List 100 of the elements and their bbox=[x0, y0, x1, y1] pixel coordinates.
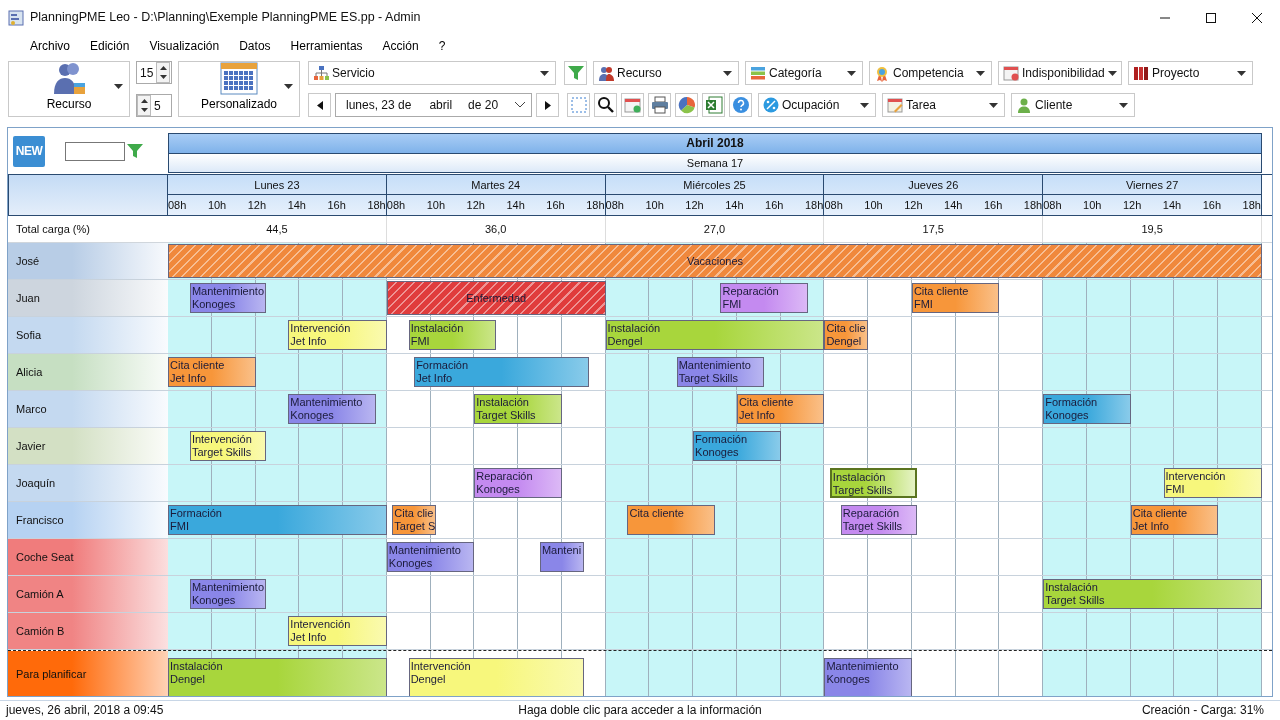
task-block[interactable]: Cita cliente FMI bbox=[911, 283, 1000, 313]
task-block[interactable]: Reparación FMI bbox=[720, 283, 808, 313]
task-block[interactable]: Intervención Target Skills bbox=[189, 431, 267, 461]
close-icon[interactable] bbox=[1252, 12, 1262, 23]
caret-icon bbox=[723, 70, 732, 76]
menu-item[interactable]: Herramientas bbox=[280, 35, 373, 57]
dropdown[interactable]: Recurso bbox=[593, 61, 739, 85]
hour-label: 12h bbox=[1122, 198, 1142, 213]
task-block[interactable]: Intervención FMI bbox=[1163, 468, 1262, 498]
row-label: Juan bbox=[8, 280, 168, 316]
layout-button[interactable]: Personalizado bbox=[178, 61, 300, 117]
task-block[interactable]: Reparación Konoges bbox=[474, 468, 562, 498]
task-block[interactable]: Formación FMI bbox=[168, 505, 387, 535]
task-block[interactable]: Mantenimiento Konoges bbox=[189, 579, 267, 609]
task-block[interactable]: Mantenimiento Target Skills bbox=[676, 357, 765, 387]
task-block[interactable]: Intervención Dengel bbox=[408, 658, 584, 696]
row-label: Camión B bbox=[8, 613, 168, 649]
absence-block[interactable]: Enfermedad bbox=[386, 281, 606, 315]
row-label: Coche Seat bbox=[8, 539, 168, 575]
task-block[interactable]: Cita clie Dengel bbox=[824, 320, 869, 350]
task-block[interactable]: Formación Jet Info bbox=[414, 357, 590, 387]
menu-item[interactable]: Visualización bbox=[139, 35, 230, 57]
spreadsheet-icon[interactable] bbox=[704, 96, 723, 114]
filter-icon[interactable] bbox=[127, 143, 143, 159]
next-icon[interactable] bbox=[544, 100, 551, 110]
task-block[interactable]: Instalación FMI bbox=[408, 320, 497, 350]
task-block[interactable]: Formación Konoges bbox=[1043, 394, 1131, 424]
task-block[interactable]: Reparación Target Skills bbox=[840, 505, 918, 535]
task-block[interactable]: Instalación Target Skills bbox=[829, 468, 918, 498]
hour-label: 12h bbox=[466, 198, 485, 213]
hour-label: 14h bbox=[1162, 198, 1182, 213]
dropdown[interactable]: Categoría bbox=[745, 61, 863, 85]
row-label: Para planificar bbox=[8, 651, 168, 696]
task-block[interactable]: Mantenimiento Konoges bbox=[288, 394, 376, 424]
task-block[interactable]: Instalación Target Skills bbox=[1043, 579, 1262, 609]
task-block[interactable]: Instalación Dengel bbox=[605, 320, 825, 350]
hour-label: 10h bbox=[426, 198, 446, 213]
search-icon[interactable] bbox=[596, 96, 615, 114]
chevron-icon[interactable] bbox=[515, 102, 525, 108]
task-block[interactable]: Intervención Jet Info bbox=[288, 616, 387, 646]
menu-item[interactable]: Datos bbox=[229, 35, 281, 57]
up-arrow-icon[interactable] bbox=[159, 65, 167, 70]
filter-icon[interactable] bbox=[567, 65, 584, 81]
hour-label: 16h bbox=[1202, 198, 1222, 213]
menu-item[interactable]: ? bbox=[428, 35, 456, 57]
task-block[interactable]: Mantenimiento Konoges bbox=[189, 283, 267, 313]
menu-item[interactable]: Edición bbox=[80, 35, 140, 57]
calendar-icon[interactable] bbox=[623, 96, 642, 114]
task-block[interactable]: Cita cliente Jet Info bbox=[736, 394, 825, 424]
dropdown[interactable]: Competencia bbox=[869, 61, 992, 85]
task-block[interactable]: Mantenimiento Konoges bbox=[824, 658, 912, 696]
task-block[interactable]: Intervención Jet Info bbox=[288, 320, 387, 350]
calendar-icon bbox=[887, 96, 903, 114]
number-field[interactable]: 5 bbox=[136, 94, 172, 117]
maximize-icon[interactable] bbox=[1206, 12, 1216, 23]
row-label: Joaquín bbox=[8, 465, 168, 501]
absence-block[interactable]: Vacaciones bbox=[168, 244, 1262, 278]
task-block[interactable]: Cita cliente Jet Info bbox=[168, 357, 256, 387]
dropdown[interactable]: Cliente bbox=[1011, 93, 1135, 117]
pie-chart-icon[interactable] bbox=[677, 96, 696, 114]
hour-label: 12h bbox=[247, 198, 267, 213]
view-button[interactable]: Recurso bbox=[8, 61, 130, 117]
dropdown[interactable]: Servicio bbox=[308, 61, 556, 85]
down-arrow-icon[interactable] bbox=[159, 75, 167, 80]
menu-item[interactable]: Archivo bbox=[20, 35, 80, 57]
row-label: Sofia bbox=[8, 317, 168, 353]
previous-icon[interactable] bbox=[316, 100, 323, 110]
total-cell: 17,5 bbox=[824, 216, 1044, 242]
dropdown[interactable]: Proyecto bbox=[1128, 61, 1253, 85]
task-block[interactable]: Cita cliente bbox=[627, 505, 715, 535]
up-arrow-icon[interactable] bbox=[140, 98, 148, 103]
dropdown[interactable]: Ocupación bbox=[758, 93, 876, 117]
caret-icon bbox=[860, 102, 869, 108]
hour-label: 14h bbox=[287, 198, 306, 213]
task-block[interactable]: Manteni bbox=[539, 542, 584, 572]
task-block[interactable]: Cita cliente Jet Info bbox=[1130, 505, 1219, 535]
dropdown[interactable]: Indisponibilidad bbox=[998, 61, 1122, 85]
task-block[interactable]: Instalación Dengel bbox=[168, 658, 387, 696]
number-field[interactable]: 15 bbox=[136, 61, 172, 84]
task-block[interactable]: Formación Konoges bbox=[693, 431, 781, 461]
new-button[interactable]: NEW bbox=[13, 135, 45, 167]
menu-item[interactable]: Acción bbox=[372, 35, 429, 57]
day-header: Viernes 27 bbox=[1043, 175, 1261, 195]
task-block[interactable]: Cita clie Target S bbox=[392, 505, 436, 535]
printer-icon[interactable] bbox=[650, 96, 669, 114]
help-icon[interactable] bbox=[731, 96, 750, 114]
search-field[interactable] bbox=[65, 141, 125, 161]
task-block[interactable]: Instalación Target Skills bbox=[474, 394, 562, 424]
day-header: Lunes 23 bbox=[168, 175, 386, 195]
task-block[interactable]: Mantenimiento Konoges bbox=[386, 542, 475, 572]
org-chart-icon bbox=[313, 64, 329, 82]
row-label: Marco bbox=[8, 391, 168, 427]
row-label: Javier bbox=[8, 428, 168, 464]
date-field[interactable]: lunes, 23 de abril de 20 bbox=[335, 93, 532, 117]
down-arrow-icon[interactable] bbox=[140, 108, 148, 113]
hour-label: 18h bbox=[804, 198, 824, 213]
month-header: Abril 2018 bbox=[168, 133, 1262, 153]
hour-label: 18h bbox=[1242, 198, 1261, 213]
hour-label: 16h bbox=[327, 198, 346, 213]
dropdown[interactable]: Tarea bbox=[882, 93, 1005, 117]
